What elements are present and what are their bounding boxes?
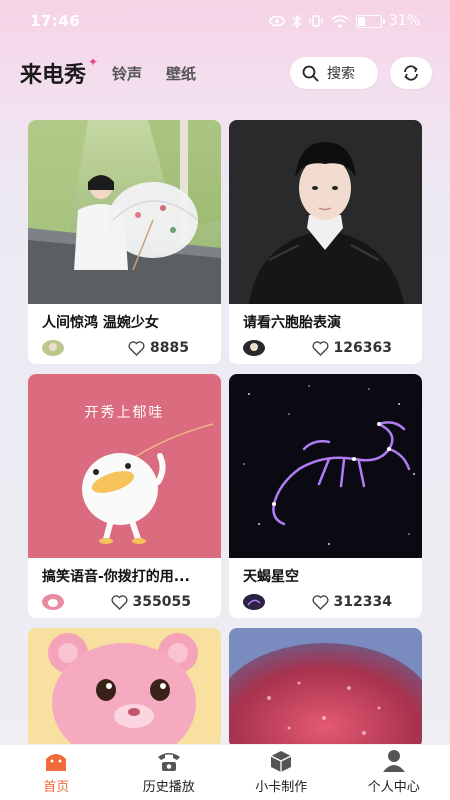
status-time: 17:46 <box>30 12 81 30</box>
card-thumbnail-boy-portrait[interactable] <box>229 120 422 304</box>
user-icon <box>382 750 405 772</box>
app-logo-text: 来电秀 <box>20 63 87 88</box>
box-icon <box>270 751 292 772</box>
video-card[interactable]: 开秀上郁哇 搞笑语音-你拨打的用... 355055 <box>28 374 221 618</box>
like-button[interactable]: 355055 <box>111 594 191 610</box>
card-thumbnail-girl-umbrella[interactable] <box>28 120 221 304</box>
video-card[interactable]: 人间惊鸿 温婉少女 8885 <box>28 120 221 364</box>
like-count: 355055 <box>132 594 191 610</box>
card-thumbnail-scorpio-stars[interactable] <box>229 374 422 558</box>
card-thumbnail-pink-bear[interactable] <box>28 628 221 748</box>
card-title: 天蝎星空 <box>243 569 299 585</box>
refresh-icon <box>404 65 418 81</box>
status-bar: 17:46 31% <box>0 0 450 42</box>
like-count: 126363 <box>333 340 392 356</box>
video-card[interactable] <box>28 628 221 748</box>
nav-home[interactable]: 首页 <box>0 745 113 800</box>
video-card[interactable]: 天蝎星空 312334 <box>229 374 422 618</box>
heart-icon <box>312 340 329 356</box>
search-icon <box>302 65 319 81</box>
like-button[interactable]: 8885 <box>128 340 189 356</box>
status-icons: 31% <box>269 13 420 29</box>
battery-percent: 31% <box>388 13 420 29</box>
heart-icon <box>111 594 128 610</box>
bottom-nav: 首页 历史播放 小卡制作 个人中心 <box>0 744 450 800</box>
heart-icon <box>312 594 329 610</box>
avatar[interactable] <box>42 340 64 356</box>
nav-history[interactable]: 历史播放 <box>113 745 226 800</box>
wifi-icon <box>331 14 349 28</box>
eye-icon <box>269 15 285 27</box>
like-count: 8885 <box>150 340 189 356</box>
avatar[interactable] <box>42 594 64 610</box>
search-label: 搜索 <box>327 66 355 82</box>
tab-wallpaper[interactable]: 壁纸 <box>166 63 196 84</box>
avatar[interactable] <box>243 594 265 610</box>
card-thumbnail-duck-cartoon[interactable]: 开秀上郁哇 <box>28 374 221 558</box>
card-title: 搞笑语音-你拨打的用... <box>42 569 190 585</box>
video-grid: 人间惊鸿 温婉少女 8885 请看六胞胎表演 126363 开秀上郁哇 搞笑语音… <box>28 120 422 748</box>
header: 来电秀 ✦ 铃声 壁纸 搜索 <box>0 48 450 98</box>
sparkle-icon: ✦ <box>87 55 99 69</box>
nav-label: 历史播放 <box>142 780 195 795</box>
refresh-button[interactable] <box>390 57 432 89</box>
nav-label: 个人中心 <box>367 780 420 795</box>
like-button[interactable]: 312334 <box>312 594 392 610</box>
vibrate-icon <box>309 15 323 27</box>
app-logo: 来电秀 ✦ <box>20 55 98 89</box>
nav-label: 小卡制作 <box>255 780 308 795</box>
bluetooth-icon <box>292 14 301 28</box>
card-title: 人间惊鸿 温婉少女 <box>42 315 159 331</box>
heart-icon <box>128 340 145 356</box>
search-button[interactable]: 搜索 <box>290 57 378 89</box>
thumbnail-caption: 开秀上郁哇 <box>84 405 165 421</box>
home-icon <box>46 754 67 771</box>
card-title: 请看六胞胎表演 <box>243 315 341 331</box>
tab-ringtone[interactable]: 铃声 <box>112 63 142 84</box>
avatar[interactable] <box>243 340 265 356</box>
like-count: 312334 <box>333 594 392 610</box>
video-card[interactable]: 请看六胞胎表演 126363 <box>229 120 422 364</box>
card-thumbnail-pink-glitter[interactable] <box>229 628 422 748</box>
video-card[interactable] <box>229 628 422 748</box>
nav-label: 首页 <box>43 780 70 795</box>
phone-icon <box>157 753 180 771</box>
battery-icon <box>355 14 385 28</box>
nav-profile[interactable]: 个人中心 <box>338 745 450 800</box>
like-button[interactable]: 126363 <box>312 340 392 356</box>
nav-card-maker[interactable]: 小卡制作 <box>225 745 338 800</box>
